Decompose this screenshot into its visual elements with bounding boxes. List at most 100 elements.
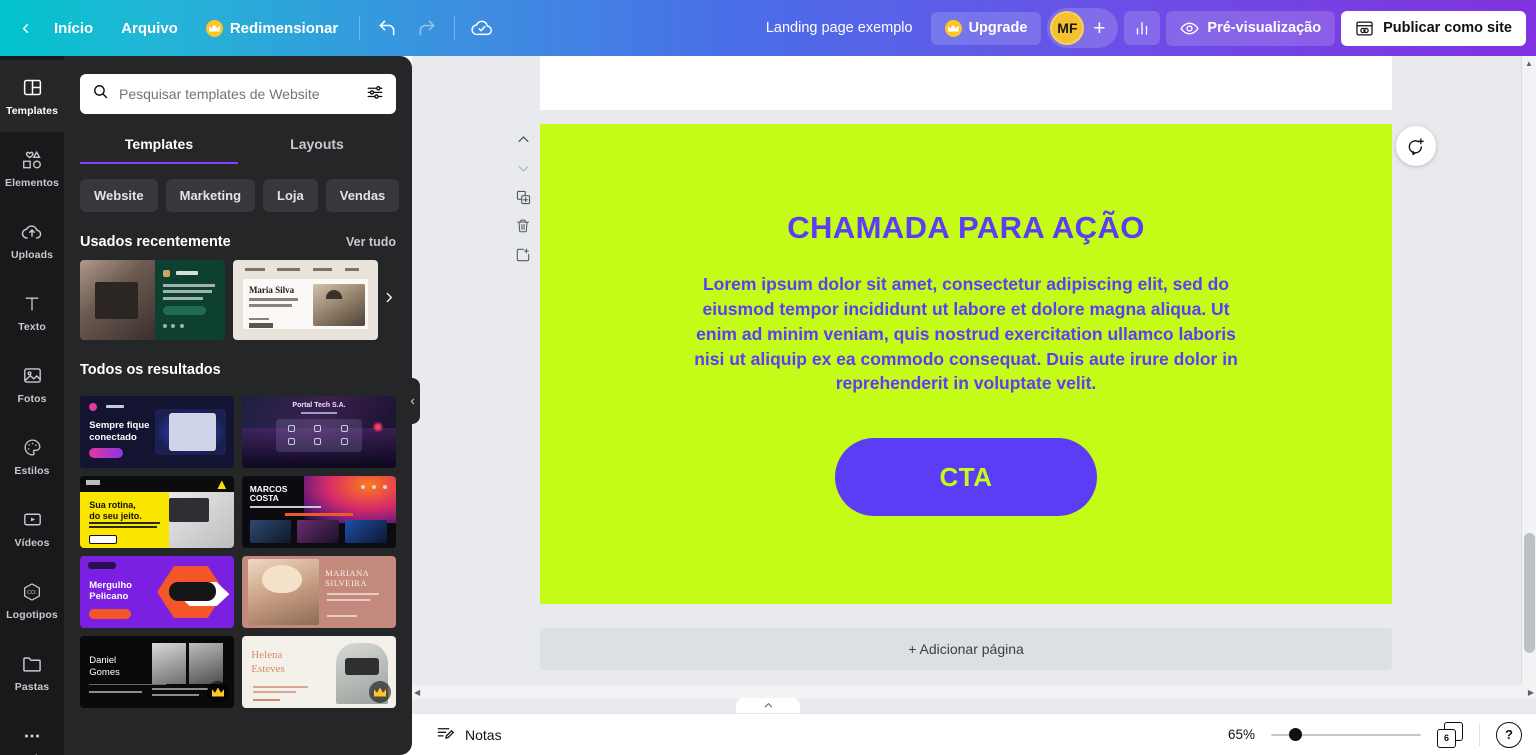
sidebar-item-mais[interactable]: Mais (0, 708, 64, 755)
template-card[interactable]: Helena Esteves (242, 636, 396, 708)
chip-website[interactable]: Website (80, 178, 158, 212)
notes-label: Notas (465, 726, 502, 743)
sidebar-item-elementos[interactable]: Elementos (0, 132, 64, 204)
toolbar-divider-1 (359, 16, 361, 40)
zoom-slider[interactable] (1271, 728, 1421, 742)
palette-icon (22, 436, 43, 460)
chevron-left-icon (410, 398, 414, 404)
tab-templates[interactable]: Templates (80, 128, 238, 164)
scroll-up-arrow-icon[interactable]: ▲ (1522, 56, 1536, 71)
chip-loja[interactable]: Loja (263, 178, 318, 212)
redo-icon[interactable] (411, 12, 443, 44)
template-card[interactable]: Portal Tech S.A. (242, 396, 396, 468)
website-icon (1356, 21, 1373, 35)
templates-grid: Sempre fiqueconectado Portal Tech S.A. (64, 388, 412, 728)
upgrade-label: Upgrade (968, 20, 1028, 36)
template-card[interactable]: Sempre fique conectado (80, 396, 234, 468)
canvas-vertical-scrollbar[interactable]: ▲ ▼ (1521, 56, 1536, 699)
thumb-art: Sempre fique conectado (80, 396, 234, 468)
recent-next-arrow-icon[interactable] (380, 291, 398, 310)
recent-section-header: Usados recentemente Ver tudo (64, 212, 412, 260)
duplicate-page-button[interactable] (508, 184, 538, 210)
scroll-right-arrow-icon[interactable]: ▶ (1528, 688, 1534, 697)
vertical-scroll-thumb[interactable] (1524, 533, 1535, 653)
page-heading[interactable]: CHAMADA PARA AÇÃO (787, 210, 1145, 246)
previous-page-edge (540, 56, 1392, 110)
sidebar-item-label: Pastas (14, 680, 50, 693)
file-label: Arquivo (121, 19, 178, 37)
preview-button[interactable]: Pré-visualização (1166, 10, 1336, 46)
panel-collapse-handle[interactable] (404, 378, 420, 424)
chip-marketing[interactable]: Marketing (165, 178, 256, 212)
notes-button[interactable]: Notas (426, 718, 512, 752)
publish-label: Publicar como site (1383, 20, 1512, 36)
cloud-saved-icon[interactable] (466, 12, 498, 44)
recent-template-card[interactable] (80, 260, 225, 340)
file-menu-button[interactable]: Arquivo (107, 13, 192, 44)
ellipsis-icon (21, 724, 43, 748)
design-page[interactable]: CHAMADA PARA AÇÃO Lorem ipsum dolor sit … (540, 124, 1392, 604)
home-menu-button[interactable]: Início (40, 13, 107, 44)
back-chevron-icon[interactable] (10, 13, 40, 43)
resize-button[interactable]: Redimensionar (192, 13, 352, 44)
sidebar-item-estilos[interactable]: Estilos (0, 420, 64, 492)
premium-crown-icon (207, 681, 229, 703)
add-page-bar[interactable]: + Adicionar página (540, 628, 1392, 670)
search-input[interactable] (119, 86, 356, 102)
scroll-left-arrow-icon[interactable]: ◀ (414, 688, 420, 697)
page-count-button[interactable]: 6 (1437, 721, 1463, 748)
sidebar-item-pastas[interactable]: Pastas (0, 636, 64, 708)
sidebar-item-texto[interactable]: Texto (0, 276, 64, 348)
chevron-up-icon (764, 703, 772, 708)
add-page-button[interactable] (508, 242, 538, 268)
tab-layouts[interactable]: Layouts (238, 128, 396, 164)
template-card[interactable]: Mergulho Pelicano (80, 556, 234, 628)
cta-button[interactable]: CTA (835, 438, 1097, 517)
template-card[interactable]: MARIANA SILVEIRA (242, 556, 396, 628)
undo-icon[interactable] (371, 12, 403, 44)
canvas-area[interactable]: CHAMADA PARA AÇÃO Lorem ipsum dolor sit … (412, 56, 1536, 755)
search-box[interactable] (80, 74, 396, 114)
thumb-art (80, 260, 225, 340)
zoom-slider-knob[interactable] (1289, 728, 1302, 741)
move-page-up-button[interactable] (508, 126, 538, 152)
sidebar-item-videos[interactable]: Vídeos (0, 492, 64, 564)
page-tools (506, 126, 540, 268)
chip-vendas[interactable]: Vendas (325, 178, 400, 212)
sidebar-item-uploads[interactable]: Uploads (0, 204, 64, 276)
sidebar-item-fotos[interactable]: Fotos (0, 348, 64, 420)
home-label: Início (54, 19, 94, 37)
panel-scroll-region[interactable]: Templates Layouts Website Marketing Loja… (64, 56, 412, 755)
canvas-horizontal-scrollbar[interactable]: ◀ ▶ (412, 685, 1536, 699)
recent-template-card[interactable]: Maria Silva (233, 260, 378, 340)
add-collaborator-button[interactable]: + (1088, 18, 1110, 39)
upgrade-button[interactable]: Upgrade (930, 11, 1042, 45)
move-page-down-button[interactable] (508, 155, 538, 181)
sidebar-item-templates[interactable]: Templates (0, 60, 64, 132)
help-button[interactable]: ? (1496, 721, 1522, 748)
sidebar-item-label: Estilos (14, 464, 50, 477)
expand-pages-panel-button[interactable] (736, 698, 800, 713)
insights-button[interactable] (1124, 11, 1161, 45)
sliders-filter-icon[interactable] (366, 83, 384, 106)
document-title[interactable]: Landing page exemplo (754, 13, 925, 43)
trash-icon (516, 219, 530, 233)
sidebar-item-label: Logotipos (6, 608, 58, 621)
top-toolbar-right: Landing page exemplo Upgrade MF + Pré-vi… (754, 8, 1536, 48)
top-toolbar: Início Arquivo Redimensionar Landing pag (0, 0, 1536, 56)
add-comment-button[interactable] (1396, 126, 1436, 166)
page-body-text[interactable]: Lorem ipsum dolor sit amet, consectetur … (691, 272, 1241, 396)
publish-button[interactable]: Publicar como site (1341, 10, 1526, 46)
collaborators-group[interactable]: MF + (1047, 8, 1119, 48)
add-comment-icon (1408, 138, 1424, 156)
template-card[interactable]: Daniel Gomes (80, 636, 234, 708)
avatar: MF (1050, 11, 1085, 45)
delete-page-button[interactable] (508, 213, 538, 239)
chevron-right-icon[interactable] (407, 178, 412, 212)
template-card[interactable]: Sua rotina, do seu jeito. (80, 476, 234, 548)
recent-see-all-link[interactable]: Ver tudo (346, 235, 396, 249)
notes-pencil-icon (436, 724, 455, 746)
sidebar-item-logotipos[interactable]: CO. Logotipos (0, 564, 64, 636)
left-rail: Templates Elementos Uploads Texto Fotos (0, 56, 64, 755)
template-card[interactable]: MARCOS COSTA (242, 476, 396, 548)
